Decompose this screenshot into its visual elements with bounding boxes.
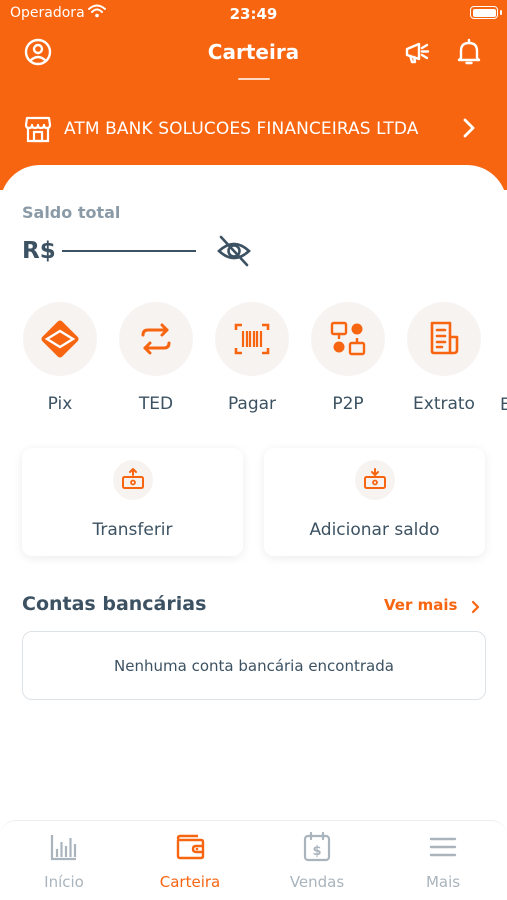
megaphone-icon — [405, 42, 430, 64]
calendar-dollar-icon: $ — [303, 831, 331, 862]
action-ted[interactable]: TED — [108, 302, 204, 414]
header-background — [0, 0, 507, 190]
action-pix[interactable]: Pix — [12, 302, 108, 414]
quick-actions: Pix TED Pagar P2P Extrato E — [0, 302, 507, 422]
see-more-link[interactable]: Ver mais — [384, 596, 457, 614]
action-extrato-circle — [407, 302, 481, 376]
tab-carteira-label: Carteira — [159, 873, 221, 891]
svg-text:$: $ — [312, 844, 321, 859]
bell-icon — [457, 38, 481, 65]
add-balance-card-icon-circle — [354, 460, 395, 500]
toggle-balance-visibility[interactable] — [216, 234, 252, 272]
transfer-card[interactable]: Transferir — [22, 448, 243, 556]
tab-vendas[interactable]: $ Vendas — [267, 831, 367, 891]
action-pagar-circle — [215, 302, 289, 376]
chart-icon — [50, 835, 77, 861]
tab-mais-label: Mais — [425, 873, 461, 891]
action-p2p[interactable]: P2P — [300, 302, 396, 414]
action-pagar-label: Pagar — [227, 394, 277, 414]
chevron-right-icon[interactable] — [470, 599, 482, 618]
action-extrato-label: Extrato — [413, 394, 475, 414]
hidden-balance-mask — [62, 250, 196, 252]
clock: 23:49 — [229, 5, 278, 23]
action-p2p-label: P2P — [332, 394, 364, 414]
chevron-right-icon — [460, 116, 478, 144]
send-money-icon — [121, 468, 144, 489]
action-ted-circle — [119, 302, 193, 376]
action-extrato[interactable]: Extrato — [396, 302, 492, 414]
pix-icon — [41, 320, 79, 358]
tab-inicio[interactable]: Início — [14, 831, 114, 891]
bank-accounts-empty-state: Nenhuma conta bancária encontrada — [22, 631, 486, 700]
wallet-icon — [176, 834, 205, 860]
action-ted-label: TED — [138, 394, 174, 414]
eye-off-icon — [217, 235, 251, 267]
tab-vendas-label: Vendas — [289, 873, 345, 891]
tab-inicio-label: Início — [44, 873, 84, 891]
store-icon — [24, 114, 52, 148]
transfer-card-label: Transferir — [92, 520, 173, 540]
transfer-card-icon-circle — [112, 460, 153, 500]
company-selector[interactable]: ATM BANK SOLUCOES FINANCEIRAS LTDA — [0, 108, 507, 150]
action-pagar[interactable]: Pagar — [204, 302, 300, 414]
barcode-icon — [234, 323, 270, 355]
transfer-arrows-icon — [141, 323, 171, 355]
battery-icon — [470, 6, 502, 19]
title-underline — [238, 78, 270, 80]
bank-accounts-title: Contas bancárias — [22, 593, 207, 615]
balance-label: Saldo total — [22, 203, 121, 222]
company-name: ATM BANK SOLUCOES FINANCEIRAS LTDA — [64, 119, 419, 139]
add-balance-card-label: Adicionar saldo — [309, 520, 440, 540]
action-overflow-label[interactable]: E — [500, 395, 507, 415]
action-p2p-circle — [311, 302, 385, 376]
tab-mais[interactable]: Mais — [393, 831, 493, 891]
empty-state-text: Nenhuma conta bancária encontrada — [114, 656, 394, 675]
tab-carteira[interactable]: Carteira — [140, 831, 240, 891]
action-pix-label: Pix — [47, 394, 73, 414]
balance-currency: R$ — [22, 238, 56, 264]
add-balance-card[interactable]: Adicionar saldo — [264, 448, 485, 556]
statement-icon — [430, 321, 459, 355]
notifications-button[interactable] — [453, 36, 485, 68]
tab-bar: Início Carteira $ Vendas Mais — [0, 820, 507, 900]
action-pix-circle — [23, 302, 97, 376]
menu-icon — [429, 837, 457, 857]
status-bar: Operadora 23:49 — [0, 0, 507, 28]
add-money-icon — [363, 468, 386, 489]
p2p-icon — [330, 321, 366, 356]
announcements-button[interactable] — [401, 36, 433, 68]
